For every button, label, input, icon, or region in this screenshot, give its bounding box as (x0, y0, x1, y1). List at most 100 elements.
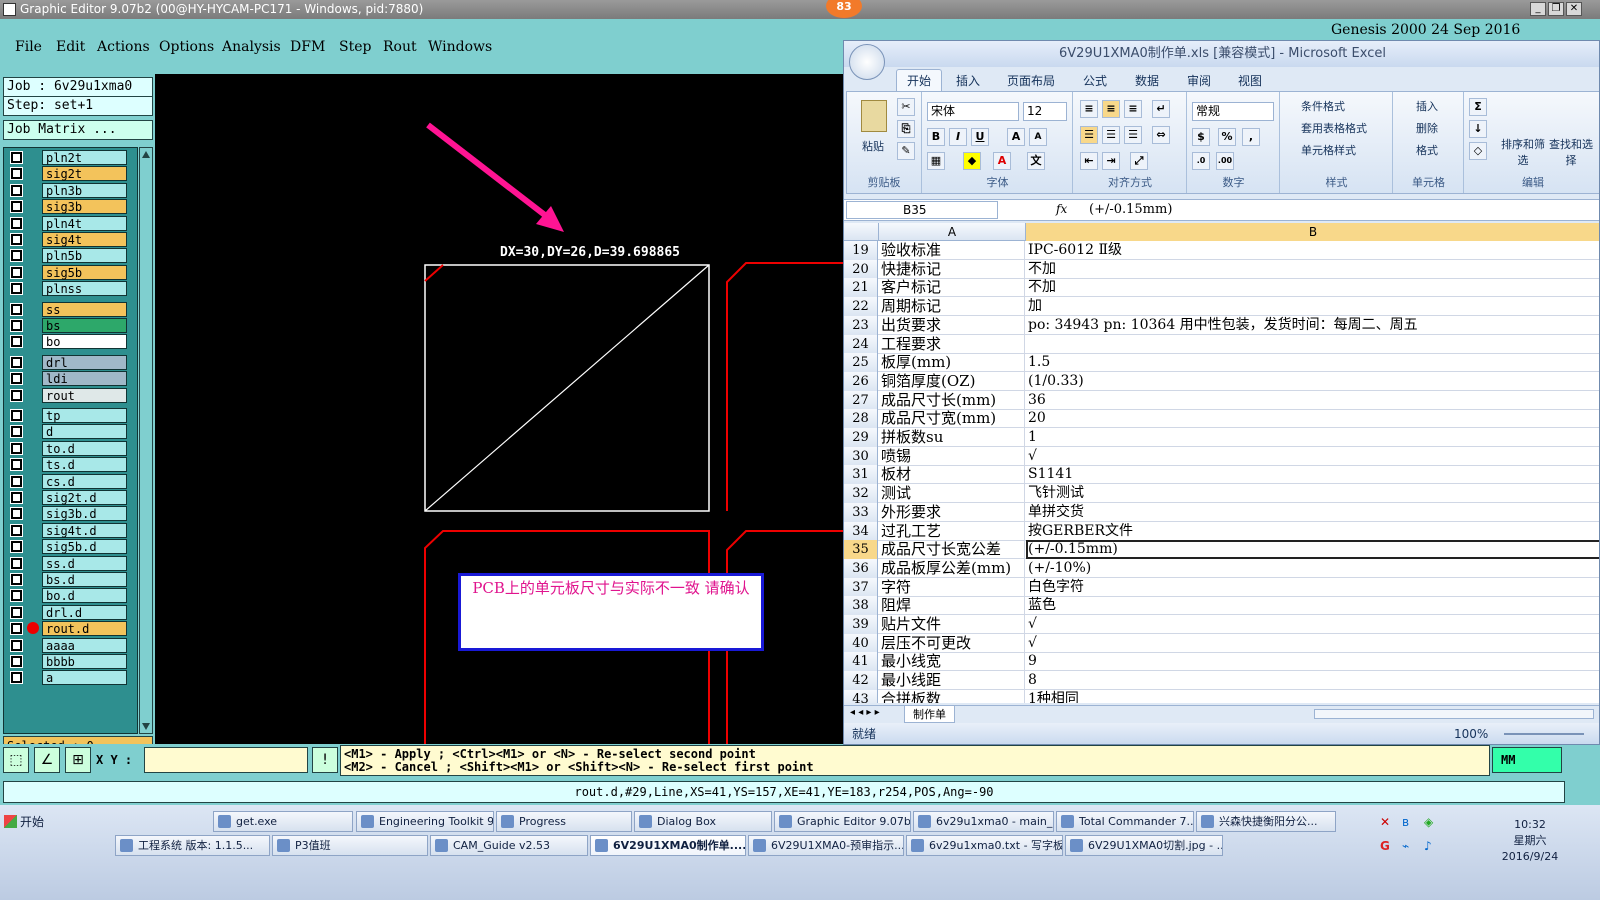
cell-a[interactable]: 合拼板数 (879, 689, 1025, 703)
layer-row[interactable]: ss (4, 301, 137, 317)
cell-a[interactable]: 最小线距 (879, 671, 1025, 691)
layer-checkbox[interactable] (10, 671, 23, 685)
layer-checkbox[interactable] (10, 216, 23, 230)
formula-input[interactable]: (+/-0.15mm) (1089, 201, 1172, 219)
row-number[interactable]: 42 (844, 671, 878, 691)
bold-icon[interactable]: B (927, 128, 945, 146)
zoom-icon[interactable]: ⬚ (3, 747, 29, 773)
row-number[interactable]: 33 (844, 502, 878, 522)
layer-checkbox[interactable] (10, 183, 23, 197)
layer-name[interactable]: to.d (42, 440, 127, 456)
layer-name[interactable]: pln5b (42, 248, 127, 264)
tray-speaker-icon[interactable]: ♪ (1424, 839, 1432, 853)
layer-checkbox[interactable] (10, 540, 23, 554)
taskbar-item[interactable]: 6v29u1xma0 - main_qa (913, 811, 1054, 832)
layer-checkbox[interactable] (10, 605, 23, 619)
row-number[interactable]: 21 (844, 278, 878, 298)
layer-checkbox[interactable] (10, 655, 23, 668)
layer-checkbox[interactable] (10, 507, 23, 521)
layer-name[interactable]: bbbb (42, 654, 127, 669)
layer-row[interactable]: sig2t.d (4, 490, 137, 505)
layer-checkbox[interactable] (10, 441, 23, 455)
function-icon[interactable]: fx (1056, 202, 1067, 216)
copy-icon[interactable]: ⎘ (897, 120, 915, 138)
xy-input[interactable] (144, 747, 308, 773)
layer-row[interactable]: ldi (4, 371, 137, 387)
row-number[interactable]: 36 (844, 558, 878, 578)
row-number[interactable]: 40 (844, 633, 878, 653)
select-all-corner[interactable] (844, 223, 879, 241)
layer-checkbox[interactable] (10, 556, 23, 570)
layer-name[interactable]: a (42, 670, 127, 686)
cell-b[interactable]: √ (1026, 615, 1599, 634)
layer-row[interactable]: sig4t.d (4, 522, 137, 538)
autosum-icon[interactable]: Σ (1469, 98, 1487, 116)
cell-a[interactable]: 过孔工艺 (879, 521, 1025, 541)
menu-rout[interactable]: Rout (383, 39, 417, 55)
format-button[interactable]: 格式 (1416, 142, 1438, 158)
row-number[interactable]: 19 (844, 241, 878, 260)
percent-icon[interactable]: % (1218, 128, 1236, 146)
layer-name[interactable]: bo.d (42, 588, 127, 604)
layer-row[interactable]: d (4, 424, 137, 440)
layer-checkbox[interactable] (10, 335, 23, 349)
tab-data[interactable]: 数据 (1135, 72, 1159, 89)
layer-name[interactable]: sig2t.d (42, 490, 127, 505)
layer-name[interactable]: sig4t (42, 232, 127, 247)
taskbar-item[interactable]: Total Commander 7.... (1056, 811, 1194, 832)
row-number[interactable]: 27 (844, 390, 878, 410)
underline-icon[interactable]: U (971, 128, 989, 146)
phonetic-icon[interactable]: 文 (1027, 152, 1045, 170)
cell-a[interactable]: 工程要求 (879, 334, 1025, 354)
layer-name[interactable]: pln4t (42, 215, 127, 231)
cell-b[interactable]: 蓝色 (1026, 596, 1599, 615)
taskbar-item[interactable]: CAM_Guide v2.53 (430, 835, 588, 856)
row-number[interactable]: 35 (844, 540, 878, 560)
fill-color-icon[interactable]: ◆ (963, 152, 981, 170)
cell-b[interactable]: 1 (1026, 428, 1599, 447)
tray-x-icon[interactable]: ✕ (1380, 815, 1390, 829)
cell-b[interactable]: 1种相同 (1026, 690, 1599, 703)
font-color-icon[interactable]: A (993, 152, 1011, 170)
layer-name[interactable]: tp (42, 408, 127, 423)
layer-checkbox[interactable] (10, 491, 23, 504)
currency-icon[interactable]: $ (1192, 128, 1210, 146)
close-button[interactable]: ✕ (1566, 2, 1582, 16)
align-left-icon[interactable]: ☰ (1080, 126, 1098, 144)
tab-view[interactable]: 视图 (1238, 72, 1262, 89)
row-number[interactable]: 20 (844, 259, 878, 279)
cell-b[interactable]: po: 34943 pn: 10364 用中性包装，发货时间：每周二、周五 (1026, 316, 1599, 335)
layer-row[interactable]: sig5b.d (4, 539, 137, 555)
layer-checkbox[interactable] (10, 573, 23, 586)
cut-icon[interactable]: ✂ (897, 98, 915, 116)
cell-a[interactable]: 贴片文件 (879, 615, 1025, 634)
taskbar-item[interactable]: Dialog Box (634, 811, 772, 832)
row-number[interactable]: 30 (844, 446, 878, 466)
delete-button[interactable]: 删除 (1416, 120, 1438, 136)
row-number[interactable]: 32 (844, 484, 878, 504)
row-number[interactable]: 23 (844, 315, 878, 335)
layer-name[interactable]: sig5b (42, 264, 127, 280)
layer-checkbox[interactable] (10, 355, 23, 369)
layer-name[interactable]: bs.d (42, 572, 127, 587)
column-header-b[interactable]: B (1026, 223, 1599, 241)
layer-row[interactable]: drl.d (4, 604, 137, 620)
cell-b[interactable]: 20 (1026, 409, 1599, 428)
cell-b[interactable] (1026, 335, 1599, 354)
layer-row[interactable]: plnss (4, 281, 137, 297)
cell-a[interactable]: 拼板数su (879, 428, 1025, 447)
tab-formulas[interactable]: 公式 (1083, 72, 1107, 89)
wrap-text-icon[interactable]: ↵ (1152, 100, 1170, 118)
row-number[interactable]: 26 (844, 371, 878, 391)
row-number[interactable]: 22 (844, 297, 878, 317)
layer-row[interactable]: bo.d (4, 588, 137, 604)
cell-style-button[interactable]: 单元格样式 (1301, 142, 1356, 158)
align-bottom-icon[interactable]: ≡ (1124, 100, 1142, 118)
cell-b[interactable]: S1141 (1026, 465, 1599, 484)
sort-filter-button[interactable]: 排序和筛选 (1501, 136, 1545, 168)
measure-icon[interactable]: ∠ (34, 747, 60, 773)
taskbar-item[interactable]: 工程系统 版本: 1.1.5... (115, 835, 270, 856)
find-select-button[interactable]: 查找和选择 (1549, 136, 1593, 168)
horizontal-scrollbar[interactable] (1314, 709, 1594, 719)
menu-analysis[interactable]: Analysis (222, 39, 281, 55)
